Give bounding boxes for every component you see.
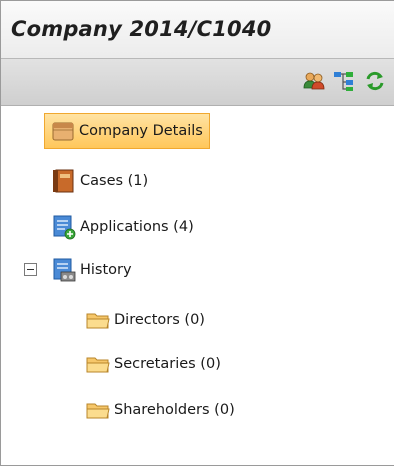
- panel-title: Company 2014/C1040: [11, 17, 272, 41]
- folder-icon: [85, 397, 111, 423]
- tree-item-label: Company Details: [79, 123, 203, 139]
- tree-item-label: Cases (1): [80, 173, 149, 189]
- application-add-icon: [51, 214, 77, 240]
- company-panel: Company 2014/C1040 Company Details Cases…: [0, 0, 394, 466]
- tree-item-shareholders[interactable]: Shareholders (0): [85, 395, 235, 425]
- collapse-toggle[interactable]: [24, 263, 37, 276]
- tree-item-history[interactable]: History: [51, 255, 132, 285]
- tree-item-label: Secretaries (0): [114, 356, 221, 372]
- folder-icon: [85, 351, 111, 377]
- people-icon[interactable]: [302, 69, 326, 93]
- tree-item-label: Applications (4): [80, 219, 194, 235]
- tree-item-cases[interactable]: Cases (1): [51, 166, 148, 196]
- tree-item-label: Directors (0): [114, 312, 205, 328]
- tree-item-label: History: [80, 262, 132, 278]
- tree-structure-icon[interactable]: [332, 69, 356, 93]
- tree-item-company-details[interactable]: Company Details: [44, 113, 210, 149]
- panel-toolbar: [1, 59, 394, 106]
- panel-header: Company 2014/C1040: [1, 1, 394, 59]
- tree-item-label: Shareholders (0): [114, 402, 235, 418]
- refresh-icon[interactable]: [363, 69, 387, 93]
- case-book-icon: [51, 168, 77, 194]
- folder-icon: [85, 307, 111, 333]
- tree-item-secretaries[interactable]: Secretaries (0): [85, 349, 221, 379]
- tree-item-directors[interactable]: Directors (0): [85, 305, 205, 335]
- folder-open-icon: [50, 118, 76, 144]
- history-icon: [51, 257, 77, 283]
- tree-item-applications[interactable]: Applications (4): [51, 212, 194, 242]
